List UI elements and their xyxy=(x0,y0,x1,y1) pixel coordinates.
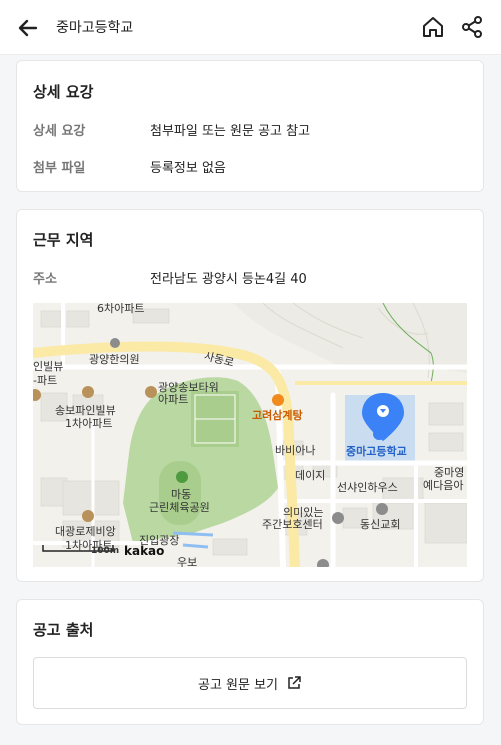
map-label-church: 동신교회 xyxy=(360,518,401,531)
page-title: 중마고등학교 xyxy=(56,20,134,36)
source-title: 공고 출처 xyxy=(33,621,94,639)
share-icon[interactable] xyxy=(459,14,485,40)
map-label-samgyetang: 고려삼계탕 xyxy=(252,409,303,422)
location-map[interactable]: 6차아파트 광양한의원 사동로 인빌뷰 -파트 광양송보타워 아파트 송보파인빌… xyxy=(33,303,467,567)
location-title: 근무 지역 xyxy=(33,231,94,249)
map-label-6cha: 6차아파트 xyxy=(97,303,145,315)
attachment-label: 첨부 파일 xyxy=(33,161,86,176)
map-label-school: 중마고등학교 xyxy=(346,445,407,458)
map-label-hanuiwon: 광양한의원 xyxy=(89,353,140,366)
details-title: 상세 요강 xyxy=(33,83,94,101)
back-arrow-icon[interactable] xyxy=(14,14,42,42)
view-original-button[interactable]: 공고 원문 보기 xyxy=(33,657,467,709)
details-card: 상세 요강 상세 요강 첨부파일 또는 원문 공고 참고 첨부 파일 등록정보 … xyxy=(16,60,484,192)
map-label-songbo-1cha: 1차아파트 xyxy=(65,417,113,430)
source-card: 공고 출처 공고 원문 보기 xyxy=(16,599,484,725)
external-link-icon xyxy=(288,676,301,689)
map-label-ubo: 우보 xyxy=(177,556,198,567)
map-brand: kakao xyxy=(124,544,165,558)
address-value: 전라남도 광양시 등논4길 40 xyxy=(150,272,307,287)
details-label: 상세 요강 xyxy=(33,124,86,139)
home-icon[interactable] xyxy=(420,14,446,40)
address-label: 주소 xyxy=(33,272,57,287)
map-label-songbo-apt: 아파트 xyxy=(158,393,189,406)
map-label-park: 근린체육공원 xyxy=(149,501,210,514)
attachment-value: 등록정보 없음 xyxy=(150,161,226,176)
map-label-daycare: 주간보호센터 xyxy=(262,518,323,531)
details-value: 첨부파일 또는 원문 공고 참고 xyxy=(150,124,311,139)
map-scale: 100m xyxy=(91,546,120,556)
map-label-yedaeum: 예다음아 xyxy=(423,479,464,492)
location-card: 근무 지역 주소 전라남도 광양시 등논4길 40 6차아파트 광양한의원 사동… xyxy=(16,209,484,582)
map-label-daisy: 데이지 xyxy=(295,469,326,482)
map-label-pateu: -파트 xyxy=(33,374,58,387)
map-label-babiana: 바비아나 xyxy=(275,444,316,457)
view-original-label: 공고 원문 보기 xyxy=(197,677,279,693)
top-bar: 중마고등학교 xyxy=(0,0,501,55)
map-label-sunshine: 선샤인하우스 xyxy=(337,481,398,494)
